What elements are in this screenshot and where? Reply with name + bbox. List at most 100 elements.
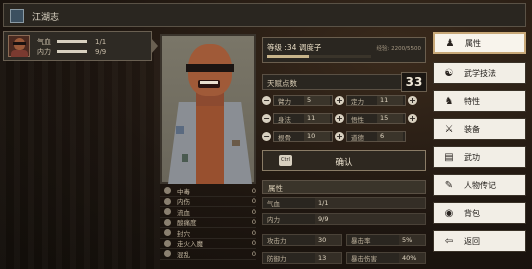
increase-composure-button[interactable]: +	[408, 96, 417, 105]
character-portrait	[160, 34, 256, 184]
exp-bar	[267, 55, 371, 58]
menu-item-inventory[interactable]: ◉ 背包	[433, 202, 526, 224]
menu-item-kungfu[interactable]: ▤ 武功	[433, 146, 526, 168]
stat-crit-damage: 暴击伤害 40%	[346, 252, 426, 264]
stat-name: 气血	[267, 200, 280, 208]
status-effect-label: 酸痛度	[177, 219, 197, 228]
table-row: 防御力 13 暴击伤害 40%	[262, 252, 426, 265]
status-effect-value: 0	[251, 239, 256, 248]
trait-icon: ♞	[444, 95, 454, 107]
sword-icon: ⚔	[444, 123, 454, 135]
stat-value: 30	[315, 235, 341, 245]
portrait-patch	[232, 140, 240, 146]
confirm-button[interactable]: Ctrl 确认	[262, 150, 426, 171]
status-effect-label: 走火入魔	[177, 240, 203, 249]
background-wall	[0, 40, 160, 269]
stat-mp: 内力 9/9	[262, 213, 426, 225]
menu-item-back[interactable]: ⇦ 返回	[433, 230, 526, 252]
stat-defense: 防御力 13	[262, 252, 342, 264]
decrease-constitution-button[interactable]: −	[262, 132, 271, 141]
menu-item-martial-skills[interactable]: ☯ 武学技法	[433, 62, 526, 84]
card-mp-value: 9/9	[95, 47, 107, 56]
increase-strength-button[interactable]: +	[335, 96, 344, 105]
status-effect-label: 流血	[177, 208, 190, 217]
attribute-strength: 臂力 5	[273, 95, 333, 106]
scroll-icon: ✎	[444, 179, 454, 191]
menu-item-label: 武学技法	[464, 68, 496, 78]
menu-item-attributes[interactable]: ♟ 属性	[433, 32, 526, 54]
attribute-row: − 根骨 10 + 道德 6	[262, 130, 408, 143]
journal-icon	[10, 9, 24, 23]
card-hp-bar	[57, 40, 87, 43]
bag-icon: ◉	[444, 207, 454, 219]
portrait-patch	[176, 126, 184, 134]
portrait-chest	[196, 102, 224, 184]
portrait-teeth	[200, 81, 218, 84]
menu-item-label: 属性	[465, 38, 481, 48]
page-title: 江湖志	[32, 13, 60, 23]
stat-value: 40%	[399, 253, 425, 263]
internal-injury-icon	[164, 197, 171, 205]
menu-item-traits[interactable]: ♞ 特性	[433, 90, 526, 112]
portrait-patch	[182, 154, 188, 162]
stat-value: 1/1	[315, 198, 425, 208]
attribute-agility: 身法 11	[273, 113, 333, 124]
status-effect-value: 0	[251, 228, 256, 237]
decrease-strength-button[interactable]: −	[262, 96, 271, 105]
menu-item-label: 装备	[464, 124, 480, 134]
decrease-agility-button[interactable]: −	[262, 114, 271, 123]
attribute-name: 定力	[351, 97, 364, 106]
menu-item-equipment[interactable]: ⚔ 装备	[433, 118, 526, 140]
talent-points-value: 33	[401, 72, 427, 92]
status-effect-label: 封穴	[177, 229, 190, 238]
status-effect-row: 酸痛度 0	[160, 218, 256, 228]
attribute-constitution: 根骨 10	[273, 131, 333, 142]
stat-name: 攻击力	[267, 237, 287, 245]
increase-agility-button[interactable]: +	[335, 114, 344, 123]
increase-insight-button[interactable]: +	[408, 114, 417, 123]
card-hp-value: 1/1	[95, 37, 107, 46]
avatar-blindfold	[13, 42, 26, 45]
status-effect-value: 0	[251, 197, 256, 206]
card-mp-bar	[57, 50, 87, 53]
martial-icon: ☯	[444, 67, 454, 79]
portrait-blindfold	[186, 64, 234, 72]
attribute-value: 11	[377, 96, 403, 105]
status-effect-row: 封穴 0	[160, 228, 256, 239]
attributes-section-title: 属性	[262, 180, 426, 194]
attribute-name: 身法	[278, 115, 291, 124]
stat-name: 防御力	[267, 255, 287, 263]
character-card[interactable]: 气血 1/1 内力 9/9	[3, 31, 152, 61]
acupoint-seal-icon	[164, 229, 171, 237]
status-effect-value: 0	[251, 207, 256, 216]
qi-deviation-icon	[164, 239, 171, 247]
attribute-name: 悟性	[351, 115, 364, 124]
stat-name: 内力	[267, 216, 280, 224]
stat-name: 暴击率	[351, 237, 371, 245]
table-row: 气血 1/1	[262, 197, 426, 210]
attribute-value: 5	[304, 96, 330, 105]
soreness-icon	[164, 218, 171, 226]
stat-crit-rate: 暴击率 5%	[346, 234, 426, 246]
level-text: 等级 :34 调度子	[267, 43, 322, 52]
status-effect-row: 混乱 0	[160, 249, 256, 260]
menu-item-label: 返回	[464, 236, 480, 246]
status-effect-row: 内伤 0	[160, 197, 256, 207]
increase-constitution-button[interactable]: +	[335, 132, 344, 141]
stat-hp: 气血 1/1	[262, 197, 426, 209]
status-effect-value: 0	[251, 249, 256, 258]
attribute-morality: 道德 6	[346, 131, 406, 142]
menu-item-label: 特性	[464, 96, 480, 106]
talent-points-panel: 天赋点数 33	[262, 72, 427, 92]
confirm-label: 确认	[335, 158, 353, 168]
menu-item-biography[interactable]: ✎ 人物传记	[433, 174, 526, 196]
card-mp-label: 内力	[37, 47, 51, 56]
status-effect-label: 内伤	[177, 198, 190, 207]
blood-drop-icon	[164, 208, 171, 216]
status-effect-label: 混乱	[177, 250, 190, 259]
status-effect-row: 走火入魔 0	[160, 239, 256, 249]
attribute-name: 道德	[351, 133, 364, 142]
stat-value: 13	[315, 253, 341, 263]
stat-value: 9/9	[315, 214, 425, 224]
attribute-composure: 定力 11	[346, 95, 406, 106]
